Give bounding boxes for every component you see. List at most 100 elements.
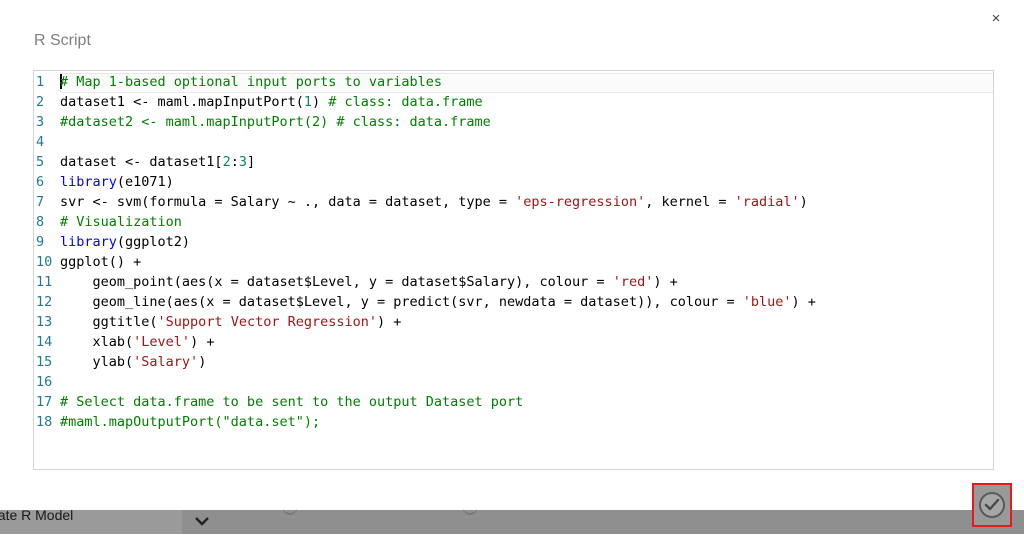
- line-number: 12: [36, 294, 53, 310]
- line-number: 8: [36, 214, 45, 230]
- code-token: dataset <- dataset1[: [60, 154, 223, 170]
- code-line[interactable]: 16: [34, 372, 993, 392]
- code-token: 'Support Vector Regression': [157, 314, 377, 330]
- code-token: ]: [246, 154, 256, 170]
- module-node[interactable]: eate R Model: [0, 510, 182, 534]
- code-line[interactable]: 10 ggplot() +: [34, 252, 993, 272]
- code-token: ggplot() +: [60, 254, 142, 270]
- port-connector: [283, 507, 297, 515]
- code-token: 'radial': [734, 194, 800, 210]
- line-number: 14: [36, 334, 53, 350]
- line-number: 13: [36, 314, 53, 330]
- code-line[interactable]: 3 #dataset2 <- maml.mapInputPort(2) # cla…: [34, 112, 993, 132]
- r-script-dialog: R Script × 1 # Map 1-based optional input…: [0, 0, 1024, 510]
- code-token: ): [799, 194, 808, 210]
- code-text: xlab('Level') +: [60, 332, 215, 352]
- line-number: 7: [36, 194, 45, 210]
- code-text: #dataset2 <- maml.mapInputPort(2) # clas…: [60, 112, 491, 132]
- ok-button[interactable]: [972, 483, 1012, 527]
- line-number: 1: [36, 74, 45, 90]
- line-number: 4: [36, 134, 45, 150]
- code-token: 1: [303, 94, 312, 110]
- code-text: library(ggplot2): [60, 232, 190, 252]
- code-line[interactable]: 14 xlab('Level') +: [34, 332, 993, 352]
- code-line[interactable]: 11 geom_point(aes(x = dataset$Level, y =…: [34, 272, 993, 292]
- line-number: 16: [36, 374, 53, 390]
- code-text: library(e1071): [60, 172, 174, 192]
- line-number: 15: [36, 354, 53, 370]
- code-line[interactable]: 9 library(ggplot2): [34, 232, 993, 252]
- code-line[interactable]: 15 ylab('Salary'): [34, 352, 993, 372]
- code-text: geom_line(aes(x = dataset$Level, y = pre…: [60, 292, 816, 312]
- code-line[interactable]: 12 geom_line(aes(x = dataset$Level, y = …: [34, 292, 993, 312]
- code-token: geom_line(aes(x = dataset$Level, y = pre…: [60, 294, 743, 310]
- code-token: ylab(: [60, 354, 134, 370]
- code-token: # Map 1-based optional input ports to va…: [60, 74, 443, 90]
- code-token: ) +: [791, 294, 816, 310]
- code-token: ): [311, 94, 329, 110]
- code-token: xlab(: [60, 334, 134, 350]
- code-text: dataset1 <- maml.mapInputPort(1) # class…: [60, 92, 483, 112]
- code-token: ggtitle(: [60, 314, 158, 330]
- code-line[interactable]: 7 svr <- svm(formula = Salary ~ ., data =…: [34, 192, 993, 212]
- code-line[interactable]: 4: [34, 132, 993, 152]
- code-token: # Select data.frame to be sent to the ou…: [60, 394, 524, 410]
- code-token: 'Salary': [133, 354, 199, 370]
- code-token: 3: [238, 154, 247, 170]
- code-token: # class: data.frame: [328, 94, 483, 110]
- module-label: eate R Model: [0, 510, 74, 523]
- code-token: 'red': [612, 274, 654, 290]
- code-token: dataset1 <- maml.mapInputPort(: [60, 94, 304, 110]
- code-token: 'Level': [133, 334, 191, 350]
- code-line[interactable]: 18 #maml.mapOutputPort("data.set");: [34, 412, 993, 432]
- code-text: ylab('Salary'): [60, 352, 207, 372]
- code-text: ggplot() +: [60, 252, 141, 272]
- code-token: #maml.mapOutputPort("data.set");: [60, 414, 321, 430]
- code-token: ): [198, 354, 207, 370]
- line-number: 11: [36, 274, 53, 290]
- background-canvas-strip: eate R Model: [0, 510, 1024, 534]
- code-token: 'eps-regression': [515, 194, 646, 210]
- code-token: (ggplot2): [116, 234, 191, 250]
- line-number: 18: [36, 414, 53, 430]
- code-token: #dataset2 <- maml.mapInputPort(2) # clas…: [60, 114, 491, 130]
- line-number: 5: [36, 154, 45, 170]
- code-text: #maml.mapOutputPort("data.set");: [60, 412, 320, 432]
- code-token: (e1071): [116, 174, 174, 190]
- code-editor[interactable]: 1 # Map 1-based optional input ports to v…: [33, 70, 994, 470]
- line-number: 10: [36, 254, 53, 270]
- code-text: svr <- svm(formula = Salary ~ ., data = …: [60, 192, 808, 212]
- code-line[interactable]: 8 # Visualization: [34, 212, 993, 232]
- code-token: 2: [222, 154, 231, 170]
- code-token: # Visualization: [60, 214, 182, 230]
- port-connector: [463, 507, 477, 515]
- code-text: # Select data.frame to be sent to the ou…: [60, 392, 523, 412]
- line-number: 3: [36, 114, 45, 130]
- dialog-title: R Script: [34, 32, 91, 49]
- code-token: svr <- svm(formula = Salary ~ ., data = …: [60, 194, 516, 210]
- code-token: ) +: [190, 334, 215, 350]
- code-line[interactable]: 17 # Select data.frame to be sent to the …: [34, 392, 993, 412]
- line-number: 17: [36, 394, 53, 410]
- code-text: # Visualization: [60, 212, 182, 232]
- chevron-down-icon[interactable]: [193, 512, 211, 530]
- code-token: :: [230, 154, 239, 170]
- code-token: , kernel =: [645, 194, 735, 210]
- code-token: 'blue': [742, 294, 792, 310]
- code-text: # Map 1-based optional input ports to va…: [60, 72, 442, 92]
- code-line[interactable]: 13 ggtitle('Support Vector Regression') …: [34, 312, 993, 332]
- code-token: geom_point(aes(x = dataset$Level, y = da…: [60, 274, 613, 290]
- code-token: library: [60, 234, 117, 250]
- close-icon[interactable]: ×: [988, 10, 1004, 28]
- code-line[interactable]: 5 dataset <- dataset1[2:3]: [34, 152, 993, 172]
- code-line[interactable]: 6 library(e1071): [34, 172, 993, 192]
- line-number: 2: [36, 94, 45, 110]
- line-number: 6: [36, 174, 45, 190]
- code-text: ggtitle('Support Vector Regression') +: [60, 312, 402, 332]
- checkmark-icon: [979, 492, 1005, 518]
- code-line[interactable]: 2 dataset1 <- maml.mapInputPort(1) # clas…: [34, 92, 993, 112]
- code-line[interactable]: 1 # Map 1-based optional input ports to v…: [34, 72, 993, 92]
- code-text: geom_point(aes(x = dataset$Level, y = da…: [60, 272, 678, 292]
- line-number: 9: [36, 234, 45, 250]
- code-token: ) +: [653, 274, 678, 290]
